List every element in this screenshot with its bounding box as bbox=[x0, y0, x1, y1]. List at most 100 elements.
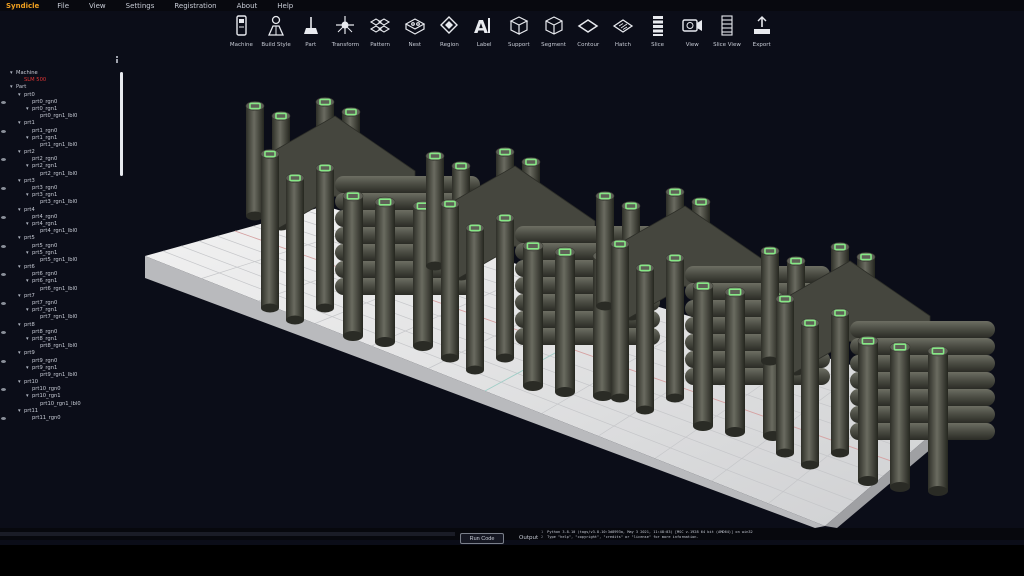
viewport-canvas[interactable] bbox=[125, 56, 1024, 528]
tree-item[interactable]: prt10_rgn0 bbox=[0, 386, 125, 393]
visibility-eye-icon[interactable] bbox=[1, 158, 6, 162]
tree-item[interactable]: prt1_rgn1_lbl0 bbox=[0, 142, 125, 149]
tree-item[interactable]: prt4_rgn1_lbl0 bbox=[0, 228, 125, 235]
menu-about[interactable]: About bbox=[227, 2, 268, 10]
menu-view[interactable]: View bbox=[79, 2, 116, 10]
tree-item[interactable]: prt3_rgn0 bbox=[0, 185, 125, 192]
tree-item[interactable]: prt9_rgn1_lbl0 bbox=[0, 372, 125, 379]
visibility-eye-icon[interactable] bbox=[1, 273, 6, 277]
tree-item[interactable]: ▾ prt3_rgn1 bbox=[0, 192, 125, 199]
post-base bbox=[776, 448, 794, 458]
toolbar-view-button[interactable]: View bbox=[675, 12, 710, 54]
tree-item[interactable]: prt1_rgn0 bbox=[0, 128, 125, 135]
tree-item[interactable]: ▾ prt2 bbox=[0, 149, 125, 156]
toolbar-region-button[interactable]: Region bbox=[432, 12, 467, 54]
run-code-button[interactable]: Run Code bbox=[460, 533, 504, 544]
tree-item[interactable]: prt10_rgn1_lbl0 bbox=[0, 401, 125, 408]
tree-item[interactable]: ▾ prt1_rgn1 bbox=[0, 135, 125, 142]
tree-item[interactable]: ▾ prt5_rgn1 bbox=[0, 250, 125, 257]
support-post bbox=[440, 199, 460, 363]
visibility-eye-icon[interactable] bbox=[1, 244, 6, 248]
tree-item[interactable]: prt7_rgn0 bbox=[0, 300, 125, 307]
tree-item[interactable]: ▾ prt7_rgn1 bbox=[0, 307, 125, 314]
visibility-eye-icon[interactable] bbox=[1, 302, 6, 305]
tree-item[interactable]: prt4_rgn0 bbox=[0, 214, 125, 221]
tree-item[interactable]: prt9_rgn0 bbox=[0, 358, 125, 365]
tree-item[interactable]: prt5_rgn0 bbox=[0, 243, 125, 250]
tree-item[interactable]: ▾ prt4_rgn1 bbox=[0, 221, 125, 228]
tree-item[interactable]: ▾ prt5 bbox=[0, 235, 125, 242]
tree-item[interactable]: ▾ prt1 bbox=[0, 120, 125, 127]
tree-item[interactable]: ▾ prt0 bbox=[0, 92, 125, 99]
post-body bbox=[831, 313, 849, 453]
tree-item[interactable]: ▾ prt2_rgn1 bbox=[0, 163, 125, 170]
tree-item[interactable]: ▾ prt10_rgn1 bbox=[0, 393, 125, 400]
tree-item[interactable]: SLM 500 bbox=[0, 77, 125, 84]
toolbar-support-button[interactable]: Support bbox=[502, 12, 537, 54]
tree-item[interactable]: ▾ prt9_rgn1 bbox=[0, 365, 125, 372]
toolbar-label-button[interactable]: A Label bbox=[467, 12, 502, 54]
tree-item[interactable]: prt0_rgn1_lbl0 bbox=[0, 113, 125, 120]
3d-viewport[interactable] bbox=[125, 56, 1024, 528]
support-post bbox=[692, 280, 714, 431]
toolbar-build-style-button[interactable]: Build Style bbox=[259, 12, 294, 54]
toolbar-slice-view-button[interactable]: Slice View bbox=[710, 12, 745, 54]
tree-item[interactable]: ▾ prt9 bbox=[0, 350, 125, 357]
visibility-eye-icon[interactable] bbox=[1, 330, 6, 334]
menu-registration[interactable]: Registration bbox=[164, 2, 226, 10]
tree-item[interactable]: prt2_rgn0 bbox=[0, 156, 125, 163]
tree-item-label: prt0 bbox=[24, 91, 35, 98]
tree-item[interactable]: prt5_rgn1_lbl0 bbox=[0, 257, 125, 264]
toolbar-export-button[interactable]: Export bbox=[744, 12, 779, 54]
tree-item[interactable]: ▾ prt0_rgn1 bbox=[0, 106, 125, 113]
toolbar-transform-button[interactable]: Transform bbox=[328, 12, 363, 54]
tree-item[interactable]: prt3_rgn1_lbl0 bbox=[0, 199, 125, 206]
menu-file[interactable]: File bbox=[47, 2, 79, 10]
toolbar-contour-button[interactable]: Contour bbox=[571, 12, 606, 54]
visibility-eye-icon[interactable] bbox=[1, 388, 6, 392]
tree-item[interactable]: prt8_rgn1_lbl0 bbox=[0, 343, 125, 350]
tree-item[interactable]: ▾ Part bbox=[0, 84, 125, 91]
visibility-eye-icon[interactable] bbox=[1, 417, 6, 420]
code-input-field[interactable] bbox=[0, 532, 455, 536]
visibility-eye-icon[interactable] bbox=[1, 215, 6, 219]
pattern-icon bbox=[370, 18, 391, 33]
tree-item[interactable]: ▾ prt7 bbox=[0, 293, 125, 300]
toolbar-pattern-button[interactable]: Pattern bbox=[363, 12, 398, 54]
toolbar-label: Build Style bbox=[261, 42, 291, 48]
toolbar-machine-button[interactable]: Machine bbox=[224, 12, 259, 54]
tree-item[interactable]: ▾ prt8_rgn1 bbox=[0, 336, 125, 343]
post-body bbox=[890, 347, 910, 487]
toolbar-nest-button[interactable]: Nest bbox=[397, 12, 432, 54]
panel-drag-handle[interactable] bbox=[114, 56, 119, 63]
tree-item[interactable]: ▾ prt6_rgn1 bbox=[0, 278, 125, 285]
menu-settings[interactable]: Settings bbox=[116, 2, 165, 10]
tree-item[interactable]: ▾ prt6 bbox=[0, 264, 125, 271]
visibility-eye-icon[interactable] bbox=[1, 129, 6, 133]
tree-item[interactable]: prt0_rgn0 bbox=[0, 99, 125, 106]
tree-item[interactable]: prt2_rgn1_lbl0 bbox=[0, 171, 125, 178]
visibility-eye-icon[interactable] bbox=[1, 100, 6, 104]
tree-item[interactable]: ▾ Machine bbox=[0, 70, 125, 77]
tree-item[interactable]: ▾ prt11 bbox=[0, 408, 125, 415]
menu-help[interactable]: Help bbox=[267, 2, 303, 10]
toolbar-segment-button[interactable]: Segment bbox=[536, 12, 571, 54]
toolbar-slice-button[interactable]: Slice bbox=[640, 12, 675, 54]
tree-scrollbar[interactable] bbox=[120, 72, 123, 176]
tree-item[interactable]: prt6_rgn0 bbox=[0, 271, 125, 278]
tree-item[interactable]: ▾ prt10 bbox=[0, 379, 125, 386]
post-body bbox=[636, 268, 654, 410]
toolbar-part-button[interactable]: Part bbox=[293, 12, 328, 54]
tree-item[interactable]: prt7_rgn1_lbl0 bbox=[0, 314, 125, 321]
tree-item[interactable]: prt11_rgn0 bbox=[0, 415, 125, 422]
visibility-eye-icon[interactable] bbox=[1, 187, 6, 190]
post-base bbox=[496, 353, 514, 363]
tree-item[interactable]: ▾ prt8 bbox=[0, 322, 125, 329]
tree-item[interactable]: prt6_rgn1_lbl0 bbox=[0, 286, 125, 293]
toolbar-hatch-button[interactable]: Hatch bbox=[606, 12, 641, 54]
tree-item-label: prt0_rgn1 bbox=[32, 105, 58, 112]
tree-item[interactable]: prt8_rgn0 bbox=[0, 329, 125, 336]
tree-item[interactable]: ▾ prt3 bbox=[0, 178, 125, 185]
visibility-eye-icon[interactable] bbox=[1, 359, 6, 363]
tree-item[interactable]: ▾ prt4 bbox=[0, 207, 125, 214]
